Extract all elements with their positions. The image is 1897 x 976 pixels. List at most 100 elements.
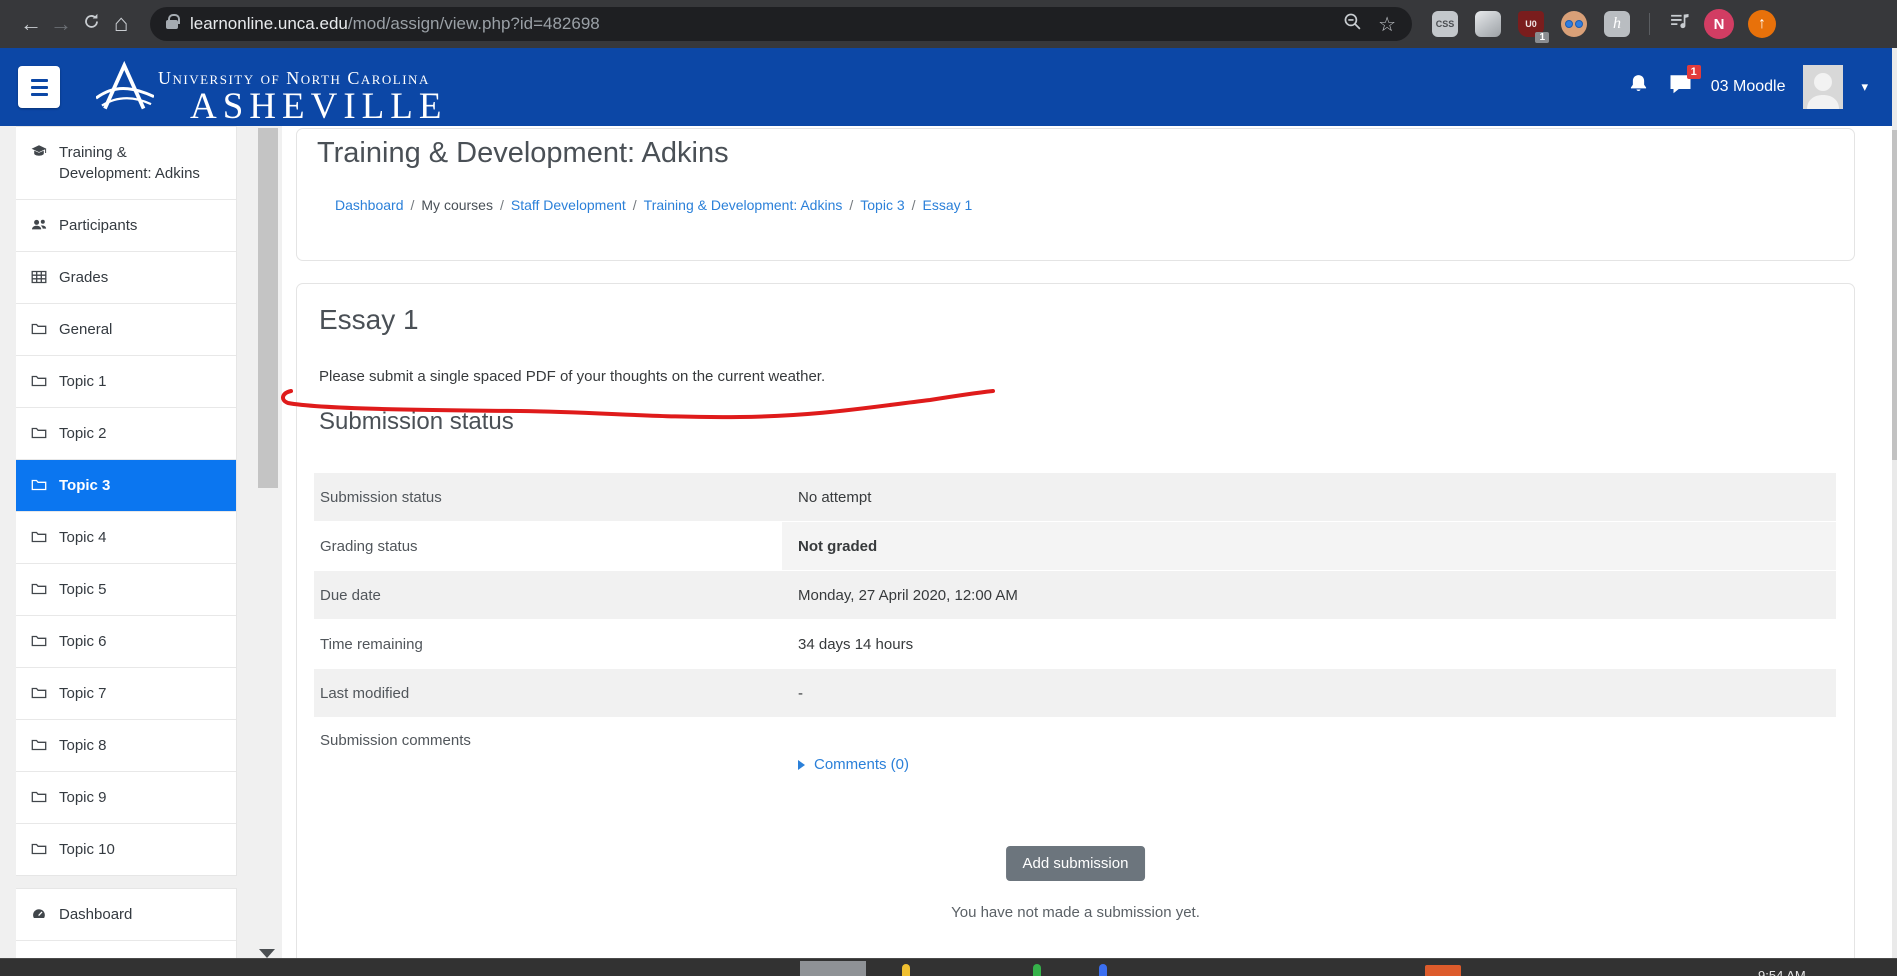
os-taskbar: 9:54 AM	[0, 958, 1897, 976]
taskbar-app-icon[interactable]	[1425, 965, 1461, 976]
submission-status-table: Submission status No attempt Grading sta…	[314, 473, 1836, 818]
css-extension-icon[interactable]: CSS	[1432, 11, 1458, 37]
sidebar-item-topic-4[interactable]: Topic 4	[16, 511, 236, 563]
sidebar-item-general[interactable]: General	[16, 303, 236, 355]
assignment-description: Please submit a single spaced PDF of you…	[319, 368, 825, 385]
row-value: -	[782, 685, 1836, 702]
avatar-extension-icon[interactable]	[1561, 11, 1587, 37]
sidebar-item-topic-6[interactable]: Topic 6	[16, 615, 236, 667]
reading-list-icon[interactable]	[1669, 11, 1690, 37]
browser-back-icon[interactable]: ←	[16, 11, 46, 37]
browser-update-icon[interactable]: ↑	[1748, 10, 1776, 38]
browser-scrollbar-thumb[interactable]	[1892, 130, 1897, 460]
ublock-extension-icon[interactable]: U01	[1518, 11, 1544, 37]
breadcrumb-my-courses: My courses	[421, 197, 493, 213]
row-value: No attempt	[782, 489, 1836, 506]
toolbar-divider	[1649, 13, 1650, 35]
table-row: Submission comments Comments (0)	[314, 718, 1836, 818]
logged-in-user-label[interactable]: 03 Moodle	[1711, 78, 1786, 96]
add-submission-button[interactable]: Add submission	[1006, 846, 1146, 881]
unca-logo[interactable]: University of North Carolina ASHEVILLE	[96, 54, 447, 128]
browser-toolbar: ← → ⌂ learnonline.unca.edu/mod/assign/vi…	[0, 0, 1897, 48]
breadcrumb: Dashboard/My courses/Staff Development/T…	[335, 197, 972, 213]
submission-status-heading: Submission status	[319, 408, 514, 436]
row-label: Submission comments	[314, 718, 782, 749]
taskbar-app-icon[interactable]	[1033, 964, 1041, 976]
assignment-title: Essay 1	[319, 304, 419, 336]
sidebar-item-topic-3[interactable]: Topic 3	[16, 459, 236, 511]
notifications-bell-icon[interactable]	[1627, 73, 1650, 101]
sidebar-item-topic-8[interactable]: Topic 8	[16, 719, 236, 771]
cube-extension-icon[interactable]	[1475, 11, 1501, 37]
folder-icon	[31, 581, 47, 597]
graduation-cap-icon	[31, 144, 47, 160]
folder-icon	[31, 633, 47, 649]
drawer-toggle-button[interactable]	[18, 66, 60, 108]
row-label: Submission status	[314, 489, 782, 506]
grid-icon	[31, 269, 47, 285]
folder-icon	[31, 425, 47, 441]
folder-icon	[31, 789, 47, 805]
browser-profile-avatar[interactable]: N	[1704, 9, 1734, 39]
messages-icon[interactable]: 1	[1668, 72, 1693, 102]
folder-icon	[31, 373, 47, 389]
bookmark-star-icon[interactable]: ☆	[1378, 12, 1396, 37]
moodle-header: University of North Carolina ASHEVILLE 1…	[0, 48, 1892, 126]
table-row: Grading status Not graded	[314, 522, 1836, 571]
taskbar-app-icon[interactable]	[902, 964, 910, 976]
header-right-cluster: 1 03 Moodle ▾	[1627, 48, 1868, 126]
users-icon	[31, 217, 47, 233]
address-bar[interactable]: learnonline.unca.edu/mod/assign/view.php…	[150, 7, 1412, 41]
comments-link[interactable]: Comments (0)	[798, 756, 909, 773]
sidebar-item-course[interactable]: Training & Development: Adkins	[16, 127, 236, 199]
user-menu-caret-icon[interactable]: ▾	[1861, 79, 1868, 95]
browser-home-icon[interactable]: ⌂	[106, 10, 136, 38]
row-label: Last modified	[314, 685, 782, 702]
table-row: Submission status No attempt	[314, 473, 1836, 522]
row-label: Grading status	[314, 522, 782, 570]
assignment-card: Essay 1 Please submit a single spaced PD…	[296, 283, 1855, 976]
browser-scrollbar-track[interactable]	[1892, 48, 1897, 958]
sidebar-item-topic-2[interactable]: Topic 2	[16, 407, 236, 459]
ublock-badge: 1	[1535, 32, 1549, 43]
breadcrumb-dashboard[interactable]: Dashboard	[335, 197, 404, 213]
screenshot-root: ← → ⌂ learnonline.unca.edu/mod/assign/vi…	[0, 0, 1897, 976]
folder-icon	[31, 529, 47, 545]
breadcrumb-staff-development[interactable]: Staff Development	[511, 197, 626, 213]
folder-icon	[31, 841, 47, 857]
sidebar-item-topic-10[interactable]: Topic 10	[16, 823, 236, 875]
extensions-row: CSS U01 h	[1432, 11, 1690, 37]
user-avatar[interactable]	[1803, 65, 1843, 109]
drawer-scroll-down-arrow[interactable]	[259, 949, 275, 958]
messages-badge: 1	[1687, 65, 1701, 79]
breadcrumb-course[interactable]: Training & Development: Adkins	[644, 197, 843, 213]
sidebar-item-topic-5[interactable]: Topic 5	[16, 563, 236, 615]
row-value: Monday, 27 April 2020, 12:00 AM	[782, 587, 1836, 604]
main-content: Training & Development: Adkins Dashboard…	[282, 126, 1892, 976]
drawer-scrollbar-thumb[interactable]	[258, 128, 278, 488]
nav-drawer: Training & Development: Adkins Participa…	[0, 126, 282, 976]
page-title: Training & Development: Adkins	[317, 137, 729, 170]
breadcrumb-essay-1[interactable]: Essay 1	[923, 197, 973, 213]
taskbar-app-icon[interactable]	[1099, 964, 1107, 976]
sidebar-item-participants[interactable]: Participants	[16, 199, 236, 251]
row-label: Due date	[314, 587, 782, 604]
url-text[interactable]: learnonline.unca.edu/mod/assign/view.php…	[190, 14, 1327, 34]
breadcrumb-topic-3[interactable]: Topic 3	[860, 197, 904, 213]
browser-forward-icon[interactable]: →	[46, 11, 76, 37]
zoom-page-icon[interactable]	[1343, 12, 1362, 36]
table-row: Last modified -	[314, 669, 1836, 718]
taskbar-active-app[interactable]	[800, 961, 866, 976]
browser-reload-icon[interactable]	[76, 11, 106, 37]
folder-icon	[31, 477, 47, 493]
honey-extension-icon[interactable]: h	[1604, 11, 1630, 37]
sidebar-item-topic-7[interactable]: Topic 7	[16, 667, 236, 719]
row-label: Time remaining	[314, 636, 782, 653]
sidebar-item-dashboard[interactable]: Dashboard	[16, 889, 236, 940]
sidebar-item-topic-9[interactable]: Topic 9	[16, 771, 236, 823]
sidebar-item-topic-1[interactable]: Topic 1	[16, 355, 236, 407]
row-value: Comments (0)	[782, 718, 1836, 774]
table-row: Due date Monday, 27 April 2020, 12:00 AM	[314, 571, 1836, 620]
sidebar-item-grades[interactable]: Grades	[16, 251, 236, 303]
https-lock-icon[interactable]	[166, 20, 178, 29]
